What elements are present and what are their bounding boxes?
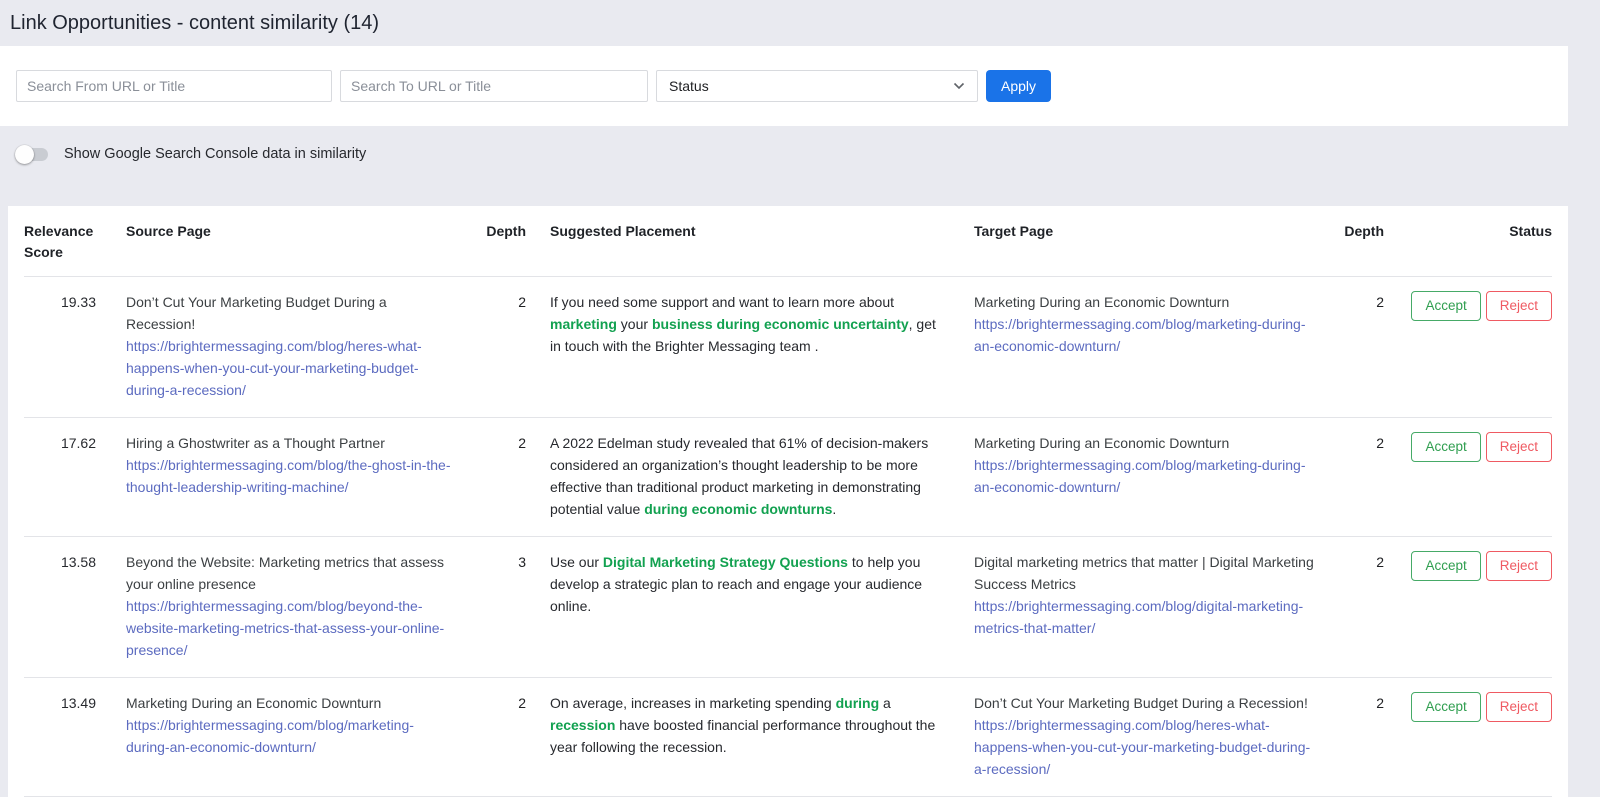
placement-keyword: marketing xyxy=(550,316,617,332)
header-target-depth: Depth xyxy=(1338,221,1384,242)
placement-text-segment: Use our xyxy=(550,554,603,570)
accept-button[interactable]: Accept xyxy=(1411,291,1480,321)
placement-text-segment: your xyxy=(617,316,652,332)
source-page-cell: Hiring a Ghostwriter as a Thought Partne… xyxy=(126,432,456,498)
target-depth: 2 xyxy=(1338,291,1384,313)
header-suggested-placement: Suggested Placement xyxy=(550,221,950,242)
target-page-link[interactable]: https://brightermessaging.com/blog/heres… xyxy=(974,714,1314,780)
suggested-placement-text: Use our Digital Marketing Strategy Quest… xyxy=(550,551,950,617)
status-select-value: Status xyxy=(669,78,709,94)
status-select[interactable]: Status xyxy=(656,70,978,102)
table-row: 19.33 Don’t Cut Your Marketing Budget Du… xyxy=(24,277,1552,418)
target-depth: 2 xyxy=(1338,551,1384,573)
table-row: 13.58 Beyond the Website: Marketing metr… xyxy=(24,537,1552,678)
reject-button[interactable]: Reject xyxy=(1486,551,1552,581)
source-page-cell: Beyond the Website: Marketing metrics th… xyxy=(126,551,456,661)
source-depth: 2 xyxy=(480,291,526,313)
suggested-placement-text: On average, increases in marketing spend… xyxy=(550,692,950,758)
placement-text-segment: a xyxy=(879,695,891,711)
source-page-title: Don’t Cut Your Marketing Budget During a… xyxy=(126,291,456,335)
target-page-link[interactable]: https://brightermessaging.com/blog/marke… xyxy=(974,313,1314,357)
header-status: Status xyxy=(1408,221,1552,242)
search-to-input[interactable] xyxy=(340,70,648,102)
target-page-link[interactable]: https://brightermessaging.com/blog/marke… xyxy=(974,454,1314,498)
reject-button[interactable]: Reject xyxy=(1486,692,1552,722)
status-cell: Accept Reject xyxy=(1408,432,1552,462)
placement-text-segment: If you need some support and want to lea… xyxy=(550,294,894,310)
source-page-cell: Marketing During an Economic Downturn ht… xyxy=(126,692,456,758)
source-page-title: Hiring a Ghostwriter as a Thought Partne… xyxy=(126,432,456,454)
gsc-toggle[interactable] xyxy=(18,148,48,161)
source-page-link[interactable]: https://brightermessaging.com/blog/the-g… xyxy=(126,454,456,498)
accept-button[interactable]: Accept xyxy=(1411,692,1480,722)
opportunities-table: Relevance Score Source Page Depth Sugges… xyxy=(8,206,1568,797)
target-depth: 2 xyxy=(1338,432,1384,454)
target-page-cell: Marketing During an Economic Downturn ht… xyxy=(974,291,1314,357)
source-page-link[interactable]: https://brightermessaging.com/blog/marke… xyxy=(126,714,456,758)
table-body: 19.33 Don’t Cut Your Marketing Budget Du… xyxy=(24,277,1552,797)
target-depth: 2 xyxy=(1338,692,1384,714)
relevance-score: 17.62 xyxy=(24,432,102,454)
apply-button[interactable]: Apply xyxy=(986,70,1051,102)
status-cell: Accept Reject xyxy=(1408,551,1552,581)
target-page-cell: Digital marketing metrics that matter | … xyxy=(974,551,1314,639)
source-depth: 2 xyxy=(480,692,526,714)
relevance-score: 13.58 xyxy=(24,551,102,573)
target-page-link[interactable]: https://brightermessaging.com/blog/digit… xyxy=(974,595,1314,639)
source-page-title: Beyond the Website: Marketing metrics th… xyxy=(126,551,456,595)
source-page-cell: Don’t Cut Your Marketing Budget During a… xyxy=(126,291,456,401)
placement-text-segment: . xyxy=(832,501,836,517)
placement-keyword: during economic downturns xyxy=(644,501,832,517)
status-cell: Accept Reject xyxy=(1408,291,1552,321)
accept-button[interactable]: Accept xyxy=(1411,432,1480,462)
gsc-toggle-label: Show Google Search Console data in simil… xyxy=(64,146,366,162)
suggested-placement-text: If you need some support and want to lea… xyxy=(550,291,950,357)
placement-keyword: during xyxy=(836,695,880,711)
page-title: Link Opportunities - content similarity … xyxy=(0,0,1600,46)
target-page-title: Marketing During an Economic Downturn xyxy=(974,432,1314,454)
header-relevance-score: Relevance Score xyxy=(24,221,102,263)
header-source-page: Source Page xyxy=(126,221,456,242)
target-page-cell: Marketing During an Economic Downturn ht… xyxy=(974,432,1314,498)
placement-text-segment: On average, increases in marketing spend… xyxy=(550,695,836,711)
accept-button[interactable]: Accept xyxy=(1411,551,1480,581)
chevron-down-icon xyxy=(953,82,965,90)
target-page-title: Don’t Cut Your Marketing Budget During a… xyxy=(974,692,1314,714)
status-cell: Accept Reject xyxy=(1408,692,1552,722)
source-page-title: Marketing During an Economic Downturn xyxy=(126,692,456,714)
gsc-toggle-knob xyxy=(15,145,34,164)
reject-button[interactable]: Reject xyxy=(1486,291,1552,321)
source-depth: 3 xyxy=(480,551,526,573)
placement-keyword: Digital Marketing Strategy Questions xyxy=(603,554,848,570)
table-header-row: Relevance Score Source Page Depth Sugges… xyxy=(24,206,1552,277)
source-page-link[interactable]: https://brightermessaging.com/blog/heres… xyxy=(126,335,456,401)
relevance-score: 13.49 xyxy=(24,692,102,714)
header-target-page: Target Page xyxy=(974,221,1314,242)
target-page-title: Digital marketing metrics that matter | … xyxy=(974,551,1314,595)
relevance-score: 19.33 xyxy=(24,291,102,313)
target-page-title: Marketing During an Economic Downturn xyxy=(974,291,1314,313)
source-page-link[interactable]: https://brightermessaging.com/blog/beyon… xyxy=(126,595,456,661)
target-page-cell: Don’t Cut Your Marketing Budget During a… xyxy=(974,692,1314,780)
placement-keyword: business during economic uncertainty xyxy=(652,316,909,332)
source-depth: 2 xyxy=(480,432,526,454)
header-source-depth: Depth xyxy=(480,221,526,242)
reject-button[interactable]: Reject xyxy=(1486,432,1552,462)
gsc-toggle-row: Show Google Search Console data in simil… xyxy=(18,142,1600,166)
search-from-input[interactable] xyxy=(16,70,332,102)
table-row: 13.49 Marketing During an Economic Downt… xyxy=(24,678,1552,797)
placement-keyword: recession xyxy=(550,717,615,733)
suggested-placement-text: A 2022 Edelman study revealed that 61% o… xyxy=(550,432,950,520)
table-row: 17.62 Hiring a Ghostwriter as a Thought … xyxy=(24,418,1552,537)
filter-bar: Status Apply xyxy=(0,46,1568,126)
